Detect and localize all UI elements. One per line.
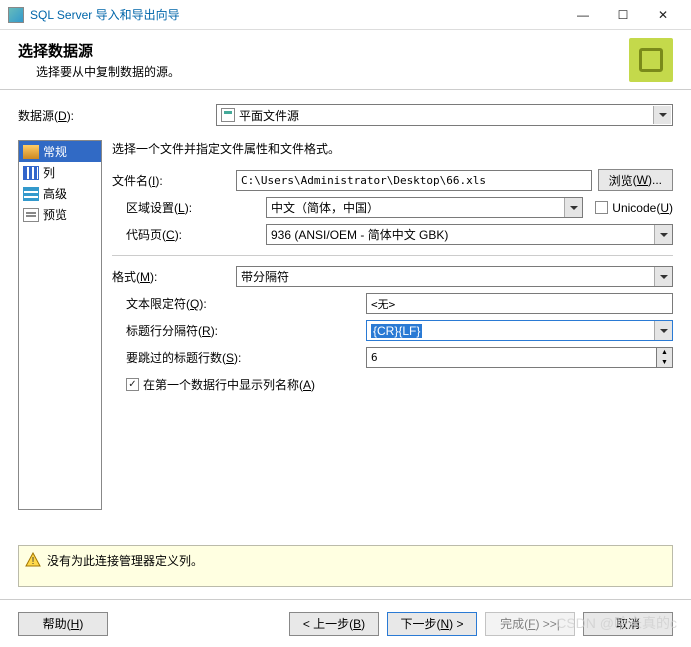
checkbox-icon xyxy=(126,378,139,391)
sidebar-item-columns[interactable]: 列 xyxy=(19,162,101,183)
textqualifier-label: 文本限定符(Q): xyxy=(126,295,360,312)
unicode-checkbox[interactable]: Unicode(U) xyxy=(595,201,673,215)
app-icon xyxy=(8,7,24,23)
warning-text: 没有为此连接管理器定义列。 xyxy=(47,552,203,569)
advanced-icon xyxy=(23,187,39,201)
dropdown-arrow-icon[interactable] xyxy=(654,321,672,340)
dropdown-arrow-icon[interactable] xyxy=(653,106,671,124)
datasource-label: 数据源(D): xyxy=(18,107,208,124)
cancel-button[interactable]: 取消 xyxy=(583,612,673,636)
next-button[interactable]: 下一步(N) > xyxy=(387,612,477,636)
locale-select[interactable]: 中文（简体，中国） xyxy=(266,197,583,218)
headerdelim-label: 标题行分隔符(R): xyxy=(126,322,360,339)
sidebar-nav: 常规 列 高级 预览 xyxy=(18,140,102,510)
dropdown-arrow-icon[interactable] xyxy=(654,225,672,244)
codepage-label: 代码页(C): xyxy=(126,226,260,243)
preview-icon xyxy=(23,208,39,222)
datasource-select[interactable]: 平面文件源 xyxy=(216,104,673,126)
wizard-icon xyxy=(629,38,673,82)
page-title: 选择数据源 xyxy=(18,40,629,61)
locale-label: 区域设置(L): xyxy=(126,199,260,216)
flat-file-icon xyxy=(221,108,235,122)
dropdown-arrow-icon[interactable] xyxy=(564,198,582,217)
wizard-footer: 帮助(H) < 上一步(B) 下一步(N) > 完成(F) >>| 取消 xyxy=(0,599,691,647)
minimize-button[interactable]: — xyxy=(563,1,603,29)
warning-panel: ! 没有为此连接管理器定义列。 xyxy=(18,545,673,587)
instruction-text: 选择一个文件并指定文件属性和文件格式。 xyxy=(112,140,673,157)
back-button[interactable]: < 上一步(B) xyxy=(289,612,379,636)
format-label: 格式(M): xyxy=(112,268,230,285)
columns-icon xyxy=(23,166,39,180)
spin-down-icon[interactable]: ▼ xyxy=(657,358,672,368)
textqualifier-input[interactable]: <无> xyxy=(366,293,673,314)
sidebar-item-preview[interactable]: 预览 xyxy=(19,204,101,225)
filename-label: 文件名(I): xyxy=(112,172,230,189)
skiprows-input[interactable]: 6 xyxy=(366,347,657,368)
separator xyxy=(112,255,673,256)
general-icon xyxy=(23,145,39,159)
codepage-select[interactable]: 936 (ANSI/OEM - 简体中文 GBK) xyxy=(266,224,673,245)
window-title: SQL Server 导入和导出向导 xyxy=(30,6,563,23)
format-select[interactable]: 带分隔符 xyxy=(236,266,673,287)
filename-input[interactable]: C:\Users\Administrator\Desktop\66.xls xyxy=(236,170,592,191)
checkbox-icon xyxy=(595,201,608,214)
wizard-header: 选择数据源 选择要从中复制数据的源。 xyxy=(0,30,691,90)
skiprows-label: 要跳过的标题行数(S): xyxy=(126,349,360,366)
browse-button[interactable]: 浏览(W)... xyxy=(598,169,673,191)
maximize-button[interactable]: ☐ xyxy=(603,1,643,29)
skiprows-spinner[interactable]: 6 ▲▼ xyxy=(366,347,673,368)
firstrownames-checkbox[interactable]: 在第一个数据行中显示列名称(A) xyxy=(126,376,315,393)
page-subtitle: 选择要从中复制数据的源。 xyxy=(36,63,629,80)
dropdown-arrow-icon[interactable] xyxy=(654,267,672,286)
warning-icon: ! xyxy=(25,552,41,568)
sidebar-item-general[interactable]: 常规 xyxy=(19,141,101,162)
titlebar: SQL Server 导入和导出向导 — ☐ ✕ xyxy=(0,0,691,30)
finish-button[interactable]: 完成(F) >>| xyxy=(485,612,575,636)
headerdelim-select[interactable]: {CR}{LF} xyxy=(366,320,673,341)
svg-text:!: ! xyxy=(32,556,35,567)
spin-up-icon[interactable]: ▲ xyxy=(657,348,672,358)
help-button[interactable]: 帮助(H) xyxy=(18,612,108,636)
sidebar-item-advanced[interactable]: 高级 xyxy=(19,183,101,204)
close-button[interactable]: ✕ xyxy=(643,1,683,29)
